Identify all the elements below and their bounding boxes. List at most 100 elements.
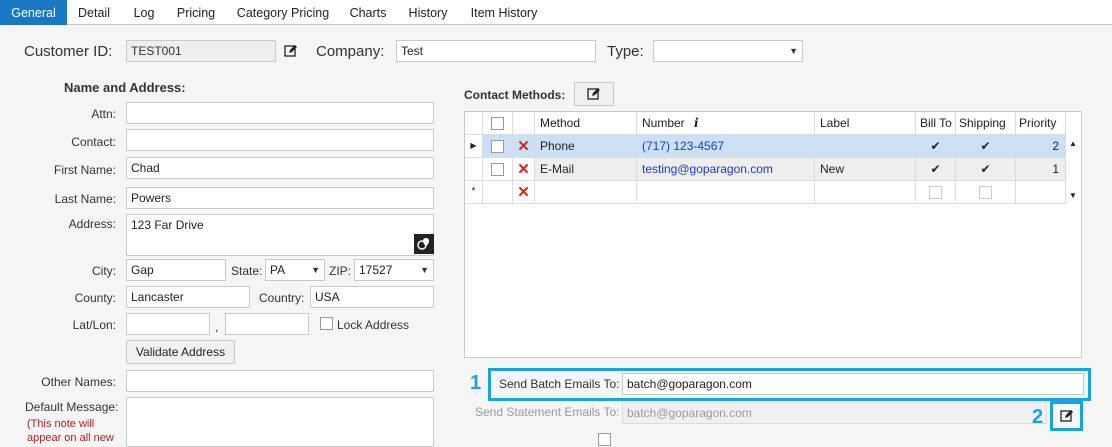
column-header-bill-to[interactable]: Bill To [916,112,956,135]
delete-row-button[interactable]: ✕ [513,135,535,158]
tab-general[interactable]: General [0,0,67,25]
row-indicator [465,158,483,181]
name-address-title: Name and Address: [64,80,186,95]
state-select-value: PA [270,263,286,277]
contact-label: Contact: [71,135,116,149]
scroll-down-icon[interactable]: ▼ [1069,191,1077,200]
column-header-label[interactable]: Label [815,112,916,135]
shipping-cell: ✔ [956,135,1016,158]
bill-to-cell: ✔ [916,135,956,158]
row-select-cell [483,158,513,181]
statement-email-label: Send Statement Emails To: [475,405,620,419]
lock-address-checkbox[interactable] [320,317,333,330]
validate-address-button[interactable]: Validate Address [126,340,235,364]
company-field[interactable]: Test [396,40,596,62]
tab-history[interactable]: History [402,3,454,25]
bill-to-checkbox[interactable] [929,185,942,199]
priority-cell[interactable]: 2 [1016,135,1066,158]
batch-email-field[interactable]: batch@goparagon.com [622,373,1084,395]
type-select[interactable]: ▼ [653,40,803,62]
address-field-value: 123 Far Drive [131,218,204,232]
column-header-number[interactable]: Number i [637,112,815,135]
attn-label: Attn: [91,107,116,121]
edit-customer-id-button[interactable] [280,40,302,62]
shipping-cell: ✔ [956,158,1016,181]
method-cell[interactable]: Phone [535,135,637,158]
partial-checkbox[interactable] [598,433,611,446]
label-cell[interactable] [815,135,916,158]
state-select[interactable]: PA ▼ [265,259,325,281]
priority-cell[interactable] [1016,181,1066,204]
delete-x-icon: ✕ [517,160,530,178]
shipping-checkbox[interactable] [979,185,992,199]
bill-to-checkbox[interactable]: ✔ [930,135,940,157]
customer-id-label: Customer ID: [24,43,113,60]
callout-2: 2 [1032,406,1044,428]
tab-log[interactable]: Log [126,3,162,25]
address-field[interactable]: 123 Far Drive [126,214,434,256]
delete-x-icon: ✕ [517,137,530,155]
last-name-field[interactable]: Powers [126,187,434,209]
city-label: City: [92,264,116,278]
map-lookup-button[interactable] [414,234,434,254]
county-field[interactable]: Lancaster [126,286,250,308]
tab-charts[interactable]: Charts [344,3,392,25]
zip-select-value: 17527 [359,263,393,277]
zip-select[interactable]: 17527 ▼ [354,259,434,281]
latitude-field[interactable] [126,313,210,335]
delete-row-button[interactable]: ✕ [513,181,535,204]
column-header-number-label: Number [642,116,685,130]
contact-field[interactable] [126,129,434,151]
country-field[interactable]: USA [310,286,434,308]
method-cell[interactable]: E-Mail [535,158,637,181]
country-label: Country: [259,291,305,305]
address-label: Address: [68,217,116,231]
row-checkbox[interactable] [491,139,504,153]
first-name-label: First Name: [53,163,116,177]
shipping-checkbox[interactable]: ✔ [980,135,990,157]
contact-methods-grid: Method Number i Label Bill To Shipping P… [464,111,1082,358]
select-all-checkbox[interactable] [491,116,504,130]
label-cell[interactable] [815,181,916,204]
county-label: County: [74,291,116,305]
tab-pricing[interactable]: Pricing [170,3,222,25]
row-select-cell [483,135,513,158]
column-header-priority[interactable]: Priority [1016,112,1066,135]
first-name-field[interactable]: Chad [126,157,434,179]
edit-icon [587,88,600,100]
shipping-checkbox[interactable]: ✔ [980,158,990,180]
column-header-method[interactable]: Method [535,112,637,135]
grid-scrollbar[interactable]: ▲ ▼ [1066,135,1081,204]
bill-to-cell [916,181,956,204]
tab-category-pricing[interactable]: Category Pricing [232,3,334,25]
method-cell[interactable] [535,181,637,204]
chevron-down-icon: ▼ [311,265,320,275]
column-header-shipping[interactable]: Shipping [956,112,1016,135]
other-names-field[interactable] [126,370,434,392]
bill-to-checkbox[interactable]: ✔ [930,158,940,180]
label-cell[interactable]: New [815,158,916,181]
select-all-cell [483,112,513,135]
customer-id-field[interactable]: TEST001 [126,40,276,62]
number-cell[interactable]: (717) 123-4567 [637,135,815,158]
edit-contact-methods-button[interactable] [574,82,614,106]
default-message-note: (This note will [27,418,95,430]
statement-email-field[interactable]: batch@goparagon.com [622,402,1047,424]
priority-cell[interactable]: 1 [1016,158,1066,181]
longitude-field[interactable] [225,313,309,335]
info-icon: i [694,116,699,130]
tab-item-history[interactable]: Item History [464,3,544,25]
default-message-field[interactable] [126,397,434,447]
row-checkbox[interactable] [491,162,504,176]
tab-detail[interactable]: Detail [72,3,116,25]
state-label: State: [231,264,263,278]
city-field[interactable]: Gap [126,259,226,281]
number-cell[interactable]: testing@goparagon.com [637,158,815,181]
zip-label: ZIP: [329,264,352,278]
bill-to-cell: ✔ [916,158,956,181]
attn-field[interactable] [126,102,434,124]
edit-statement-email-button[interactable] [1056,405,1078,427]
delete-row-button[interactable]: ✕ [513,158,535,181]
scroll-up-icon[interactable]: ▲ [1069,139,1077,148]
number-cell[interactable] [637,181,815,204]
